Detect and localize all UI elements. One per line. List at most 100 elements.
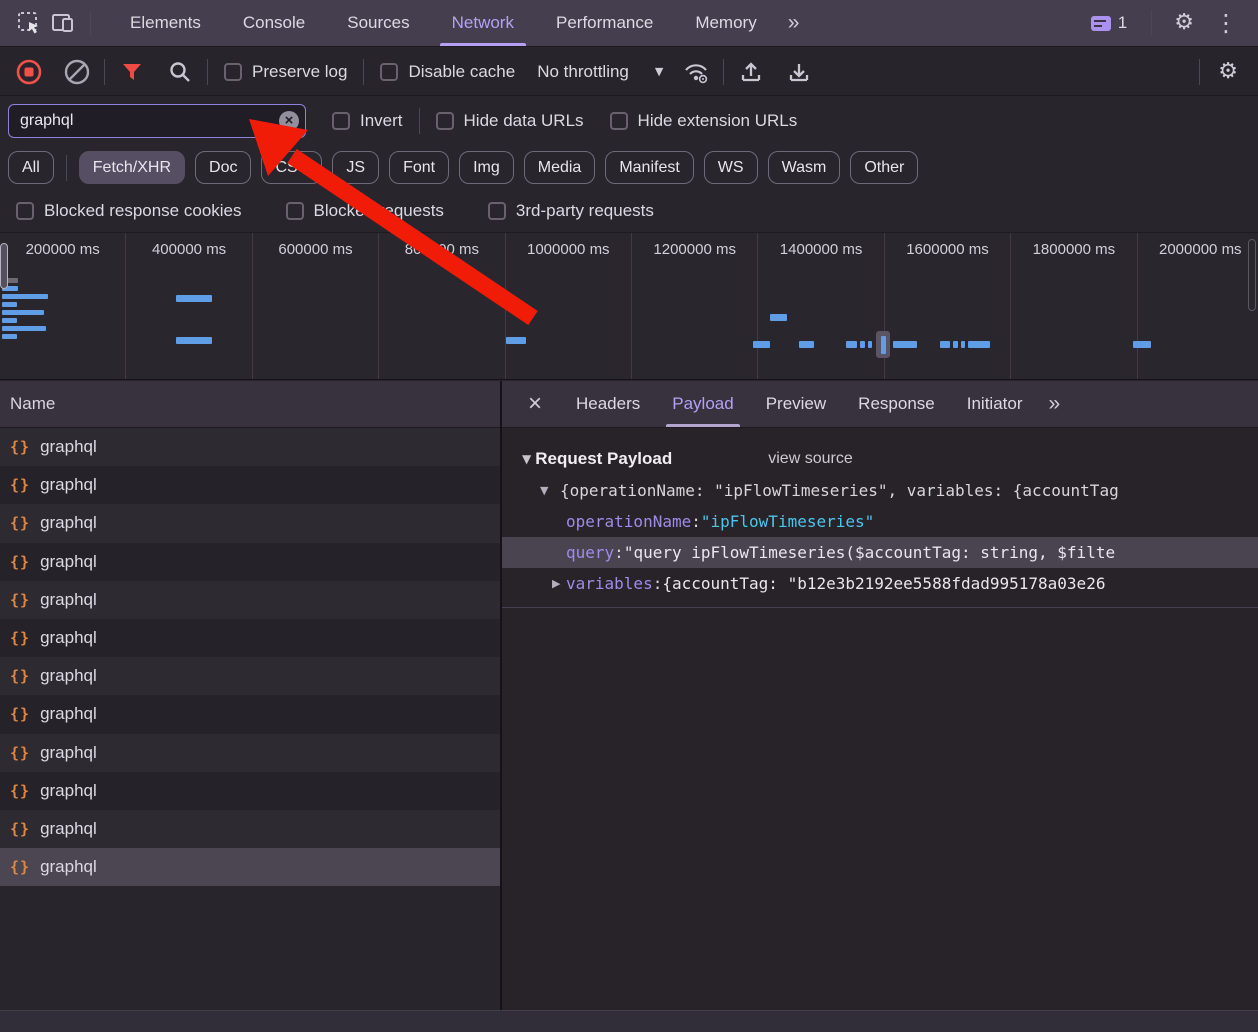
tab-network[interactable]: Network <box>431 0 535 46</box>
more-detail-tabs-icon[interactable]: » <box>1038 392 1068 416</box>
request-row[interactable]: {}graphql <box>0 428 500 466</box>
request-row[interactable]: {}graphql <box>0 581 500 619</box>
settings-gear-icon[interactable]: ⚙ <box>1174 12 1194 34</box>
tab-memory[interactable]: Memory <box>674 0 777 46</box>
request-row[interactable]: {}graphql <box>0 772 500 810</box>
hide-data-urls-checkbox[interactable] <box>436 112 454 130</box>
payload-tree-row[interactable]: ▶variables: {accountTag: "b12e3b2192ee55… <box>502 568 1258 599</box>
blocked-filter-blocked-requests: Blocked requests <box>286 201 444 221</box>
detail-tab-response[interactable]: Response <box>842 381 951 427</box>
request-name: graphql <box>40 590 97 610</box>
3rd-party-requests-checkbox[interactable] <box>488 202 506 220</box>
chip-font[interactable]: Font <box>389 151 449 184</box>
timeline-column: 600000 ms <box>253 233 379 379</box>
request-row[interactable]: {}graphql <box>0 657 500 695</box>
payload-tree-row[interactable]: operationName: "ipFlowTimeseries" <box>502 506 1258 537</box>
json-file-icon: {} <box>10 476 30 494</box>
hide-data-urls-label: Hide data URLs <box>464 111 584 131</box>
chip-fetch-xhr[interactable]: Fetch/XHR <box>79 151 185 184</box>
network-settings-gear-icon[interactable]: ⚙ <box>1218 61 1238 83</box>
tree-toggle-icon[interactable]: ▶ <box>552 577 560 590</box>
network-toolbar: Preserve log Disable cache No throttling… <box>0 48 1258 96</box>
timeline-scrollbar[interactable] <box>1248 239 1256 311</box>
detail-tab-initiator[interactable]: Initiator <box>951 381 1039 427</box>
preserve-log-checkbox[interactable] <box>224 63 242 81</box>
inspect-element-icon[interactable] <box>12 6 46 40</box>
detail-tab-preview[interactable]: Preview <box>750 381 842 427</box>
timeline-bar <box>893 341 917 348</box>
timeline-bar <box>753 341 770 348</box>
network-conditions-icon[interactable] <box>679 55 713 89</box>
import-har-icon[interactable] <box>734 55 768 89</box>
timeline-column: 1600000 ms <box>885 233 1011 379</box>
blocked-filter-blocked-response-cookies: Blocked response cookies <box>16 201 242 221</box>
request-row[interactable]: {}graphql <box>0 543 500 581</box>
tab-performance[interactable]: Performance <box>535 0 674 46</box>
hide-extension-urls-checkbox[interactable] <box>610 112 628 130</box>
request-row[interactable]: {}graphql <box>0 466 500 504</box>
detail-tab-headers[interactable]: Headers <box>560 381 656 427</box>
timeline-scroll-handle-left[interactable] <box>0 243 8 289</box>
detail-tab-payload[interactable]: Payload <box>656 381 749 427</box>
request-row[interactable]: {}graphql <box>0 810 500 848</box>
clear-filter-icon[interactable]: × <box>279 111 299 131</box>
view-source-link[interactable]: view source <box>768 450 852 468</box>
request-name: graphql <box>40 437 97 457</box>
chip-js[interactable]: JS <box>332 151 379 184</box>
payload-text: "ipFlowTimeseries" <box>701 512 874 531</box>
request-row[interactable]: {}graphql <box>0 848 500 886</box>
issues-counter[interactable]: 1 <box>1091 13 1127 33</box>
timeline-tick-label: 1800000 ms <box>1011 241 1136 258</box>
request-row[interactable]: {}graphql <box>0 734 500 772</box>
tab-sources[interactable]: Sources <box>326 0 430 46</box>
chip-other[interactable]: Other <box>850 151 918 184</box>
chip-manifest[interactable]: Manifest <box>605 151 693 184</box>
collapse-arrow-icon[interactable]: ▼ <box>522 452 531 466</box>
blocked-response-cookies-checkbox[interactable] <box>16 202 34 220</box>
payload-text: {operationName: "ipFlowTimeseries", vari… <box>560 481 1119 500</box>
chip-all[interactable]: All <box>8 151 54 184</box>
blocked-filters-row: Blocked response cookies Blocked requests… <box>0 190 1258 232</box>
close-details-icon[interactable]: × <box>518 390 552 418</box>
chip-wasm[interactable]: Wasm <box>768 151 841 184</box>
chip-img[interactable]: Img <box>459 151 514 184</box>
issues-count: 1 <box>1118 13 1127 33</box>
json-file-icon: {} <box>10 744 30 762</box>
throttling-select[interactable]: No throttling ▼ <box>537 62 663 82</box>
device-toolbar-icon[interactable] <box>46 6 80 40</box>
kebab-menu-icon[interactable]: ⋮ <box>1214 11 1238 35</box>
search-icon[interactable] <box>163 55 197 89</box>
chip-doc[interactable]: Doc <box>195 151 251 184</box>
request-row[interactable]: {}graphql <box>0 619 500 657</box>
filter-input[interactable] <box>8 104 306 138</box>
export-har-icon[interactable] <box>782 55 816 89</box>
clear-network-log-icon[interactable] <box>60 55 94 89</box>
payload-tree-row[interactable]: ▼ {operationName: "ipFlowTimeseries", var… <box>502 475 1258 506</box>
record-network-log-icon[interactable] <box>12 55 46 89</box>
dropdown-arrow-icon: ▼ <box>655 65 663 78</box>
chip-css[interactable]: CSS <box>261 151 322 184</box>
request-row[interactable]: {}graphql <box>0 695 500 733</box>
invert-checkbox[interactable] <box>332 112 350 130</box>
filter-icon[interactable] <box>115 55 149 89</box>
bottom-status-strip <box>0 1010 1258 1032</box>
payload-tree-row[interactable]: query: "query ipFlowTimeseries($accountT… <box>502 537 1258 568</box>
name-column-header[interactable]: Name <box>0 381 500 428</box>
timeline-column: 1800000 ms <box>1011 233 1137 379</box>
3rd-party-requests-label: 3rd-party requests <box>516 201 654 221</box>
tree-toggle-icon[interactable]: ▼ <box>540 484 548 497</box>
network-overview-timeline[interactable]: 200000 ms400000 ms600000 ms800000 ms1000… <box>0 232 1258 380</box>
blocked-requests-checkbox[interactable] <box>286 202 304 220</box>
payload-text: "query ipFlowTimeseries($accountTag: str… <box>624 543 1115 562</box>
timeline-bar <box>770 314 787 321</box>
disable-cache-checkbox[interactable] <box>380 63 398 81</box>
payload-text: : <box>653 574 663 593</box>
timeline-column: 1400000 ms <box>758 233 884 379</box>
tab-elements[interactable]: Elements <box>109 0 222 46</box>
request-row[interactable]: {}graphql <box>0 504 500 542</box>
tab-console[interactable]: Console <box>222 0 326 46</box>
more-tabs-icon[interactable]: » <box>778 11 808 35</box>
chip-ws[interactable]: WS <box>704 151 758 184</box>
chip-media[interactable]: Media <box>524 151 596 184</box>
timeline-bar <box>799 341 814 348</box>
